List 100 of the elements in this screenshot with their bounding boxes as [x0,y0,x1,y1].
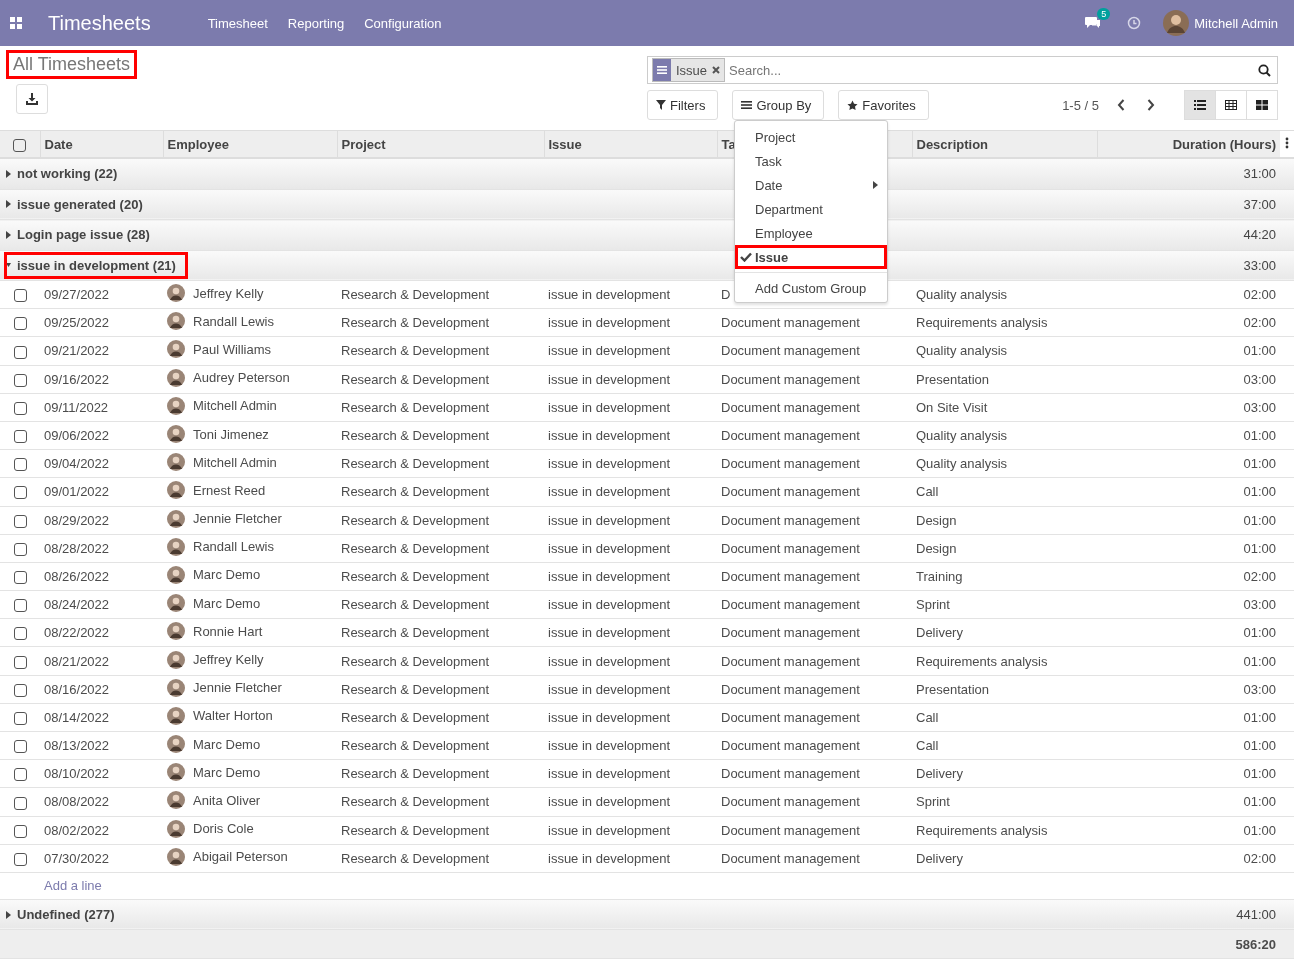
clock-icon[interactable] [1127,16,1142,30]
table-cell: Document management [717,477,912,506]
search-option-button[interactable]: Group By [732,90,825,120]
table-cell: issue in development [544,562,717,591]
search-option-button[interactable]: Filters [647,90,719,120]
row-checkbox[interactable] [13,824,27,838]
table-cell: Research & Development [337,816,544,845]
column-header[interactable]: Date [40,131,163,158]
column-header[interactable]: Description [912,131,1097,158]
employee-name: Jeffrey Kelly [193,652,264,668]
search-field[interactable]: Issue Search... [647,56,1278,84]
menu-item[interactable]: Date [735,173,887,197]
employee-name: Doris Cole [193,821,254,837]
menu-item[interactable]: Task [735,149,887,173]
view-switch-button[interactable] [1184,90,1216,120]
table-cell: Sprint [912,787,1097,817]
remove-icon[interactable] [712,66,721,74]
avatar-icon [167,312,185,331]
table-cell: Document management [717,534,912,563]
row-checkbox[interactable] [13,655,27,669]
kanban-icon [1256,100,1268,110]
table-cell: Research & Development [337,844,544,873]
row-checkbox[interactable] [13,852,27,866]
row-checkbox[interactable] [13,345,27,359]
view-switch-button[interactable] [1215,90,1247,120]
menu-item[interactable]: Project [735,125,887,149]
column-header[interactable]: Duration (Hours) [1097,131,1280,158]
menu-item[interactable]: Issue [735,245,887,269]
table-cell: 01:00 [1097,646,1280,676]
row-checkbox[interactable] [13,317,27,331]
row-checkbox[interactable] [13,683,27,697]
group-header[interactable]: Login page issue (28) [4,221,162,249]
table-cell: Research & Development [337,675,544,704]
kebab-icon[interactable] [1285,136,1289,149]
table-cell: issue in development [544,421,717,450]
table-cell: issue in development [544,844,717,873]
download-button[interactable] [16,84,48,114]
chat-icon[interactable] [1085,16,1102,30]
row-checkbox[interactable] [13,627,27,641]
group-header[interactable]: issue generated (20) [4,190,155,218]
column-header[interactable]: Employee [163,131,337,158]
row-checkbox[interactable] [13,571,27,584]
employee-name: Marc Demo [193,595,261,611]
employee-name: Randall Lewis [193,313,274,329]
table-cell: Document management [717,731,912,760]
user-avatar-icon[interactable] [1163,10,1190,36]
row-checkbox[interactable] [13,486,27,500]
row-checkbox[interactable] [13,401,27,415]
row-checkbox[interactable] [13,430,27,444]
column-header[interactable]: Project [337,131,544,158]
avatar-icon [167,284,185,303]
nav-menu-item[interactable]: Timesheet [207,15,268,31]
table-cell: Document management [717,590,912,619]
employee-name: Anita Oliver [193,792,261,808]
nav-menu-item[interactable]: Reporting [287,15,345,31]
apps-menu-icon[interactable] [10,17,22,29]
row-checkbox[interactable] [13,289,27,303]
employee-name: Randall Lewis [193,539,274,555]
table-cell: 08/14/2022 [40,703,163,732]
row-checkbox[interactable] [13,514,27,528]
row-checkbox[interactable] [13,599,27,613]
row-checkbox[interactable] [13,796,27,810]
avatar-icon [167,791,185,810]
nav-menu-item[interactable]: Configuration [364,15,442,31]
row-checkbox[interactable] [13,373,27,387]
row-checkbox[interactable] [13,768,27,782]
table-cell: 01:00 [1097,506,1280,535]
select-all-checkbox[interactable] [13,138,27,152]
row-checkbox[interactable] [13,542,27,556]
table-cell: Document management [717,703,912,732]
pager-value[interactable]: 1-5 / 5 [1062,97,1099,113]
column-header[interactable]: Issue [544,131,717,158]
row-checkbox[interactable] [13,458,27,472]
employee-name: Toni Jimenez [193,426,269,442]
search-option-button[interactable]: Favorites [838,90,929,120]
group-header[interactable]: not working (22) [4,160,130,188]
table-cell: 09/06/2022 [40,421,163,450]
table-cell: Research & Development [337,477,544,506]
row-checkbox[interactable] [13,740,27,754]
search-icon[interactable] [1258,63,1271,77]
menu-item[interactable]: Employee [735,221,887,245]
table-cell: Research & Development [337,759,544,788]
view-switch-button[interactable] [1246,90,1278,120]
add-line-link[interactable]: Add a line [44,878,102,894]
chevron-left-icon[interactable] [1117,99,1125,111]
table-cell: 09/25/2022 [40,308,163,337]
chevron-right-icon[interactable] [1147,99,1155,111]
table-cell: 02:00 [1097,562,1280,591]
group-header[interactable]: Undefined (277) [4,901,127,929]
user-name[interactable]: Mitchell Admin [1194,15,1278,31]
search-facet[interactable]: Issue [652,58,726,82]
table-cell: 01:00 [1097,703,1280,732]
caret-icon [6,200,11,209]
avatar-icon [167,481,185,500]
menu-item[interactable]: Department [735,197,887,221]
group-header[interactable]: issue in development (21) [4,251,188,279]
grand-total: 586:20 [1235,936,1276,952]
caret-icon [873,181,878,189]
table-cell: Research & Development [337,336,544,366]
row-checkbox[interactable] [13,711,27,725]
